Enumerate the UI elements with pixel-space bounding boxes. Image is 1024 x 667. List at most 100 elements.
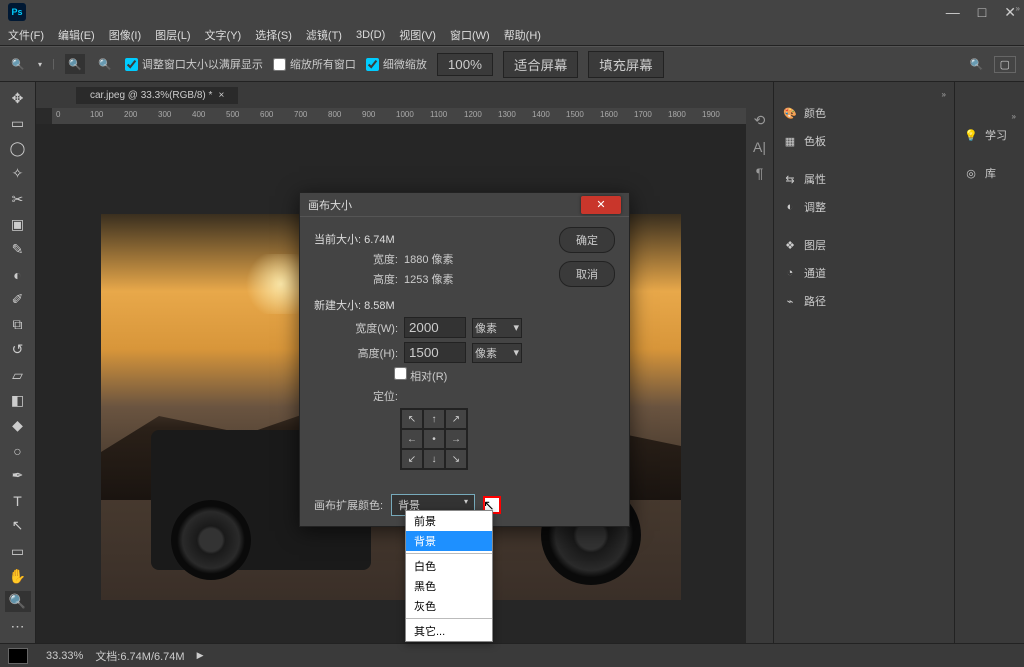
dropdown-white[interactable]: 白色 <box>406 556 492 576</box>
resize-window-checkbox[interactable]: 调整窗口大小以满屏显示 <box>125 56 263 72</box>
dropdown-foreground[interactable]: 前景 <box>406 511 492 531</box>
document-tab[interactable]: car.jpeg @ 33.3%(RGB/8) * × <box>76 87 238 104</box>
dropdown-black[interactable]: 黑色 <box>406 576 492 596</box>
brush-tool-icon[interactable]: ✐ <box>5 289 31 310</box>
hand-tool-icon[interactable]: ✋ <box>5 566 31 587</box>
move-tool-icon[interactable]: ✥ <box>5 88 31 109</box>
dialog-close-button[interactable]: ✕ <box>581 196 621 214</box>
zoom-100-button[interactable]: 100% <box>437 53 493 76</box>
collapse-icon[interactable]: » <box>938 86 950 103</box>
zoom-tool-icon[interactable]: 🔍 <box>8 54 28 74</box>
width-unit-select[interactable]: 像素▾ <box>472 318 522 338</box>
maximize-icon[interactable]: □ <box>978 4 986 21</box>
cancel-button[interactable]: 取消 <box>559 261 615 287</box>
stamp-tool-icon[interactable]: ⧉ <box>5 314 31 335</box>
panel-library[interactable]: ◎库 <box>955 159 1024 187</box>
relative-checkbox[interactable]: 相对(R) <box>394 367 447 384</box>
scrubby-zoom-checkbox[interactable]: 细微缩放 <box>366 56 427 72</box>
panel-color[interactable]: 🎨颜色 <box>774 99 954 127</box>
menu-edit[interactable]: 编辑(E) <box>58 27 95 43</box>
search-icon[interactable]: 🔍 <box>970 58 984 71</box>
frame-tool-icon[interactable]: ▣ <box>5 214 31 235</box>
document-info[interactable]: 文档:6.74M/6.74M <box>95 648 184 664</box>
eraser-tool-icon[interactable]: ▱ <box>5 365 31 386</box>
menu-layer[interactable]: 图层(L) <box>155 27 190 43</box>
panel-paths[interactable]: ⌁路径 <box>774 287 954 315</box>
zoom-level[interactable]: 33.33% <box>46 650 83 662</box>
anchor-ne[interactable]: ↗ <box>445 409 467 429</box>
workspace-icon[interactable]: ▢ <box>994 56 1016 73</box>
collapse-icon[interactable]: » <box>1008 108 1020 125</box>
menu-3d[interactable]: 3D(D) <box>356 29 385 41</box>
eyedropper-tool-icon[interactable]: ✎ <box>5 239 31 260</box>
height-unit-select[interactable]: 像素▾ <box>472 343 522 363</box>
chevron-right-icon[interactable]: ▶ <box>197 650 204 661</box>
new-width-input[interactable] <box>404 317 466 338</box>
heal-tool-icon[interactable]: ◐ <box>5 264 31 285</box>
panel-channels[interactable]: ◔通道 <box>774 259 954 287</box>
menu-view[interactable]: 视图(V) <box>399 27 436 43</box>
wand-tool-icon[interactable]: ✧ <box>5 163 31 184</box>
anchor-w[interactable]: ← <box>401 429 423 449</box>
marquee-tool-icon[interactable]: ▭ <box>5 113 31 134</box>
panel-properties[interactable]: ⇆属性 <box>774 165 954 193</box>
menu-image[interactable]: 图像(I) <box>109 27 141 43</box>
type-tool-icon[interactable]: T <box>5 490 31 511</box>
dropdown-gray[interactable]: 灰色 <box>406 596 492 616</box>
menu-file[interactable]: 文件(F) <box>8 27 44 43</box>
tab-close-icon[interactable]: × <box>218 90 224 101</box>
panel-learn[interactable]: 💡学习 <box>955 121 1024 149</box>
menu-type[interactable]: 文字(Y) <box>205 27 242 43</box>
zoom-all-checkbox[interactable]: 缩放所有窗口 <box>273 56 356 72</box>
bulb-icon: 💡 <box>963 129 979 142</box>
new-height-label: 高度(H): <box>338 345 398 361</box>
character-panel-icon[interactable]: A| <box>753 139 766 155</box>
lasso-tool-icon[interactable]: ◯ <box>5 138 31 159</box>
dropdown-background[interactable]: 背景 <box>406 531 492 551</box>
anchor-nw[interactable]: ↖ <box>401 409 423 429</box>
collapse-icon[interactable]: » <box>1016 4 1020 13</box>
anchor-center[interactable]: • <box>423 429 445 449</box>
chevron-icon[interactable]: ▾ <box>38 60 42 69</box>
extension-color-label: 画布扩展颜色: <box>314 497 383 513</box>
anchor-e[interactable]: → <box>445 429 467 449</box>
zoom-in-icon[interactable]: 🔍 <box>65 54 85 74</box>
panel-adjustments[interactable]: ◐调整 <box>774 193 954 221</box>
anchor-sw[interactable]: ↙ <box>401 449 423 469</box>
paragraph-panel-icon[interactable]: ¶ <box>756 165 764 181</box>
adjust-icon: ◐ <box>782 201 798 213</box>
fg-color-swatch[interactable] <box>8 648 28 664</box>
menu-filter[interactable]: 滤镜(T) <box>306 27 342 43</box>
new-height-input[interactable] <box>404 342 466 363</box>
crop-tool-icon[interactable]: ✂ <box>5 189 31 210</box>
panel-swatches[interactable]: ▦色板 <box>774 127 954 155</box>
layers-icon: ❖ <box>782 239 798 252</box>
blur-tool-icon[interactable]: ◆ <box>5 415 31 436</box>
zoom-tool-icon-tb[interactable]: 🔍 <box>5 591 31 612</box>
edit-toolbar-icon[interactable]: ⋯ <box>5 616 31 637</box>
menu-help[interactable]: 帮助(H) <box>504 27 541 43</box>
pen-tool-icon[interactable]: ✒ <box>5 465 31 486</box>
shape-tool-icon[interactable]: ▭ <box>5 541 31 562</box>
menu-select[interactable]: 选择(S) <box>255 27 292 43</box>
dropdown-other[interactable]: 其它... <box>406 621 492 641</box>
channels-icon: ◔ <box>782 267 798 279</box>
gradient-tool-icon[interactable]: ◧ <box>5 390 31 411</box>
minimize-icon[interactable]: — <box>946 4 960 21</box>
fit-screen-button[interactable]: 适合屏幕 <box>503 51 578 78</box>
path-tool-icon[interactable]: ↖ <box>5 515 31 536</box>
dodge-tool-icon[interactable]: ○ <box>5 440 31 461</box>
zoom-out-icon[interactable]: 🔍 <box>95 54 115 74</box>
anchor-se[interactable]: ↘ <box>445 449 467 469</box>
anchor-s[interactable]: ↓ <box>423 449 445 469</box>
history-tool-icon[interactable]: ↺ <box>5 339 31 360</box>
close-icon[interactable]: ✕ <box>1004 4 1016 21</box>
anchor-n[interactable]: ↑ <box>423 409 445 429</box>
panel-layers[interactable]: ❖图层 <box>774 231 954 259</box>
menu-window[interactable]: 窗口(W) <box>450 27 490 43</box>
ok-button[interactable]: 确定 <box>559 227 615 253</box>
history-panel-icon[interactable]: ⟲ <box>754 112 766 129</box>
fill-screen-button[interactable]: 填充屏幕 <box>588 51 663 78</box>
current-width-value: 1880 像素 <box>404 251 454 267</box>
anchor-grid[interactable]: ↖ ↑ ↗ ← • → ↙ ↓ ↘ <box>400 408 468 470</box>
